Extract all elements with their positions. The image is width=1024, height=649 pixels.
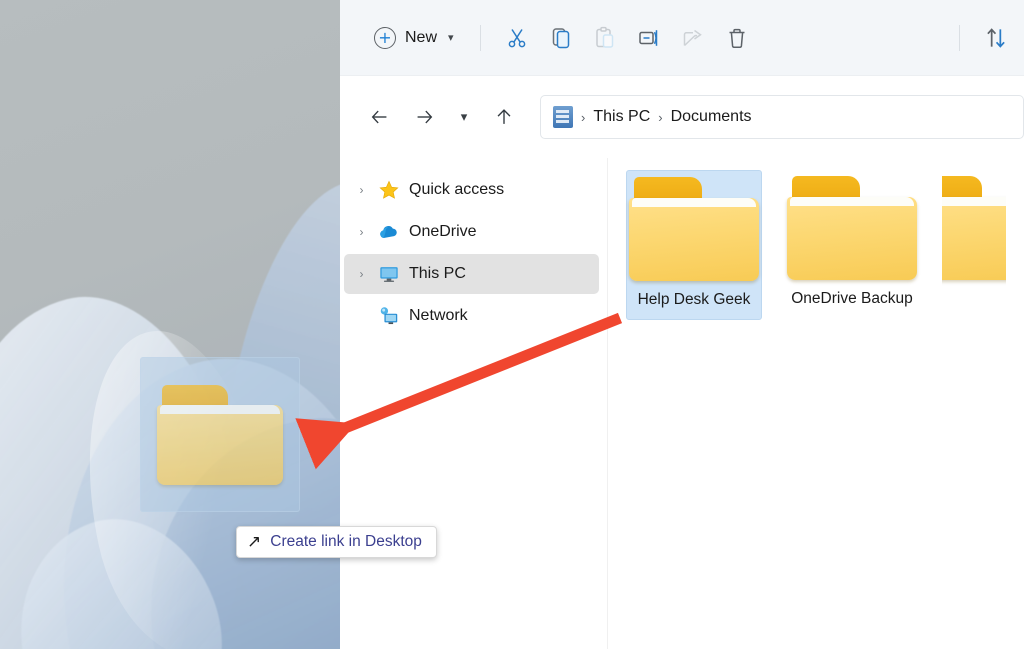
chevron-right-icon[interactable]: › bbox=[354, 183, 369, 197]
cloud-icon bbox=[378, 221, 400, 243]
recent-locations-button[interactable]: ▾ bbox=[446, 99, 482, 135]
share-button[interactable] bbox=[671, 19, 715, 57]
clipboard-icon bbox=[595, 26, 613, 48]
sort-button[interactable] bbox=[974, 19, 1018, 57]
sidebar-item-network[interactable]: Network bbox=[344, 296, 599, 336]
file-item-partial[interactable] bbox=[942, 170, 1006, 290]
file-name: Help Desk Geek bbox=[637, 291, 751, 308]
plus-circle-icon: + bbox=[374, 26, 396, 49]
address-bar-row: ▾ › This PC › Documents bbox=[340, 76, 1024, 158]
file-item-onedrive-backup[interactable]: OneDrive Backup bbox=[784, 170, 920, 318]
back-button[interactable] bbox=[358, 99, 402, 135]
file-name: OneDrive Backup bbox=[791, 290, 913, 307]
sidebar-label: This PC bbox=[409, 265, 466, 282]
toolbar-divider bbox=[479, 24, 481, 51]
folder-icon bbox=[942, 176, 1006, 280]
folder-icon bbox=[157, 384, 283, 485]
delete-button[interactable] bbox=[715, 19, 759, 57]
sidebar-item-this-pc[interactable]: › This PC bbox=[344, 254, 599, 294]
sidebar-label: Network bbox=[409, 307, 468, 324]
documents-folder-icon bbox=[553, 106, 573, 128]
sidebar-item-onedrive[interactable]: › OneDrive bbox=[344, 212, 599, 252]
chevron-right-icon[interactable]: › bbox=[354, 225, 369, 239]
shortcut-arrow-icon: ↗ bbox=[247, 531, 262, 552]
file-explorer-window: + New ▾ ▾ › This PC › Documents › Quick … bbox=[340, 0, 1024, 649]
trash-icon bbox=[729, 28, 745, 48]
scissors-icon bbox=[508, 28, 525, 47]
screen: ↗ Create link in Desktop + New ▾ ▾ › Thi… bbox=[0, 0, 1024, 649]
folder-icon bbox=[787, 176, 917, 280]
monitor-icon bbox=[378, 263, 400, 285]
rename-button[interactable] bbox=[627, 19, 671, 57]
paste-button[interactable] bbox=[583, 19, 627, 57]
dragged-folder-ghost[interactable] bbox=[140, 357, 300, 512]
forward-button[interactable] bbox=[402, 99, 446, 135]
breadcrumb[interactable]: › This PC › Documents bbox=[540, 95, 1024, 139]
toolbar-divider bbox=[959, 24, 960, 51]
sidebar-label: OneDrive bbox=[409, 223, 477, 240]
sidebar-item-quick-access[interactable]: › Quick access bbox=[344, 170, 599, 210]
new-button-label: New bbox=[405, 28, 438, 46]
drag-tooltip-label: Create link in Desktop bbox=[270, 533, 422, 550]
breadcrumb-separator: › bbox=[658, 109, 663, 125]
arrow-left-icon bbox=[371, 110, 387, 124]
navigation-pane: › Quick access › OneDrive › This PC Netw… bbox=[340, 158, 608, 649]
arrow-right-icon bbox=[417, 110, 433, 124]
arrow-up-icon bbox=[497, 109, 511, 124]
new-button[interactable]: + New ▾ bbox=[362, 19, 466, 57]
breadcrumb-item-documents[interactable]: Documents bbox=[671, 108, 752, 126]
copy-button[interactable] bbox=[539, 19, 583, 57]
file-list: Help Desk Geek OneDrive Backup bbox=[608, 158, 1024, 649]
explorer-body: › Quick access › OneDrive › This PC Netw… bbox=[340, 158, 1024, 649]
sidebar-label: Quick access bbox=[409, 181, 505, 198]
sort-icon bbox=[987, 27, 1005, 48]
network-icon bbox=[378, 305, 400, 327]
chevron-down-icon: ▾ bbox=[460, 109, 468, 124]
breadcrumb-separator: › bbox=[581, 109, 586, 125]
folder-icon bbox=[629, 177, 759, 281]
explorer-toolbar: + New ▾ bbox=[340, 0, 1024, 76]
chevron-right-icon[interactable]: › bbox=[354, 267, 369, 281]
breadcrumb-item-this-pc[interactable]: This PC bbox=[593, 108, 650, 126]
up-button[interactable] bbox=[482, 99, 526, 135]
share-icon bbox=[683, 29, 702, 46]
chevron-down-icon: ▾ bbox=[448, 32, 454, 44]
rename-icon bbox=[638, 29, 657, 46]
cut-button[interactable] bbox=[495, 19, 539, 57]
file-item-help-desk-geek[interactable]: Help Desk Geek bbox=[626, 170, 762, 320]
star-icon bbox=[378, 179, 400, 201]
copy-icon bbox=[552, 27, 569, 48]
drag-drop-tooltip: ↗ Create link in Desktop bbox=[236, 526, 437, 558]
